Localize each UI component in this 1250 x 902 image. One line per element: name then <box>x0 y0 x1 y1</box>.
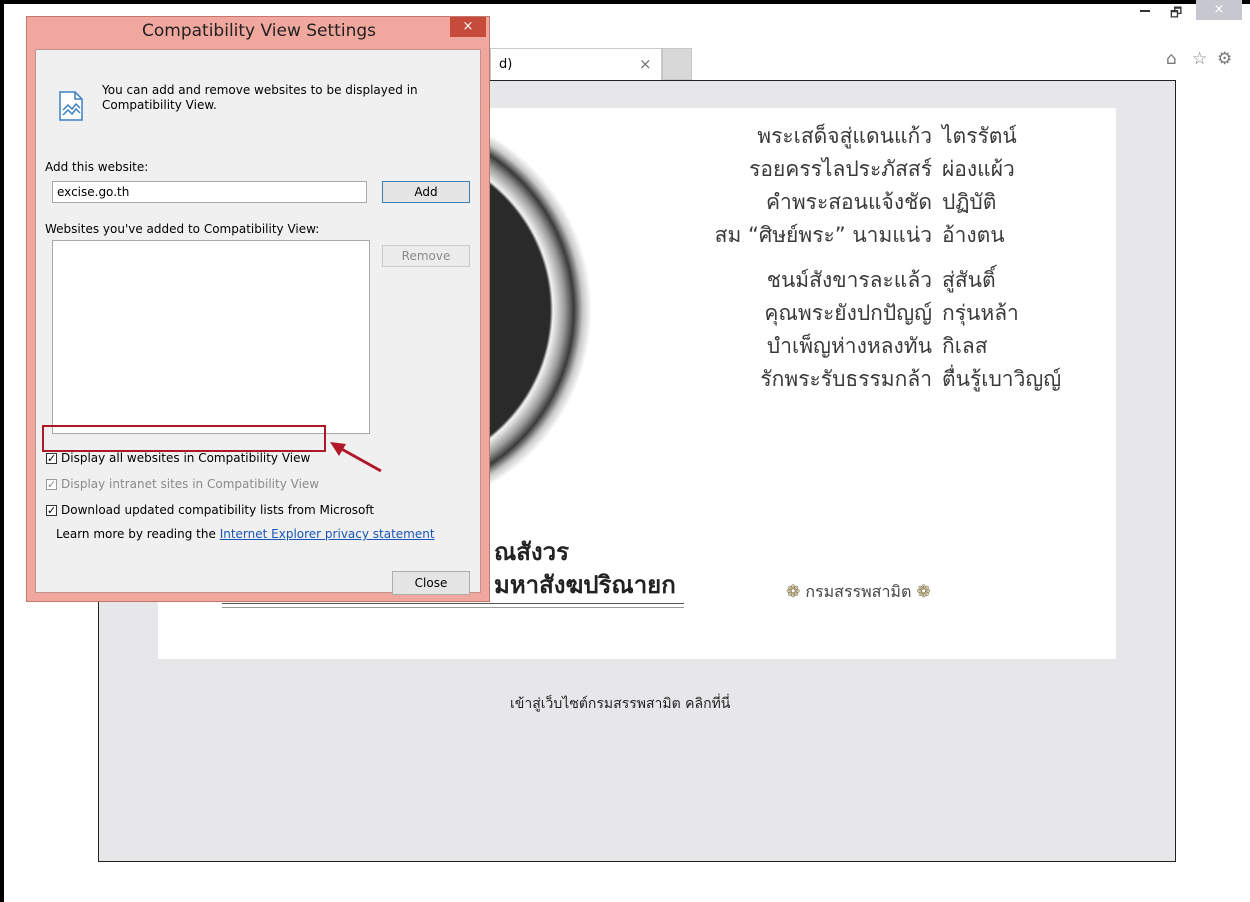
restore-button[interactable]: 🗗 <box>1170 4 1182 26</box>
annotation-arrow-icon <box>330 442 382 473</box>
tab-close-icon[interactable]: × <box>639 55 652 73</box>
poem-line: บำเพ็ญห่างหลงทัน <box>766 334 932 358</box>
poem-line-end: อ้างตน <box>942 223 1005 247</box>
screenshot-border-left <box>0 0 4 902</box>
poem-line-end: กิเลส <box>942 334 988 358</box>
learn-more-prefix: Learn more by reading the <box>56 527 220 541</box>
close-button[interactable]: Close <box>392 571 470 595</box>
tab-title: d) <box>499 57 513 72</box>
checkbox-checked-icon: ✓ <box>46 477 57 491</box>
poem-line: คุณพระยังปกปัญญ์ <box>764 301 932 325</box>
poem-line: คำพระสอนแจ้งชัด <box>765 190 932 214</box>
dialog-title: Compatibility View Settings <box>142 21 376 41</box>
display-intranet-label: Display intranet sites in Compatibility … <box>61 477 320 491</box>
add-website-input[interactable] <box>52 181 367 203</box>
add-website-label: Add this website: <box>45 160 149 174</box>
poem-line: รอยครรไลประภัสสร์ <box>749 157 932 181</box>
privacy-statement-link[interactable]: Internet Explorer privacy statement <box>220 527 435 541</box>
window-close-button[interactable]: × <box>1196 0 1242 20</box>
poem-line: รักพระรับธรรมกล้า <box>760 367 932 391</box>
poem-line-end: ผ่องแผ้ว <box>942 157 1015 181</box>
added-websites-listbox[interactable] <box>52 240 370 434</box>
department-name: ❁ กรมสรรพสามิต ❁ <box>786 580 931 605</box>
add-button[interactable]: Add <box>382 181 470 203</box>
poem-line-end: ตื่นรู้เบาวิญญ์ <box>942 367 1062 391</box>
emblem-icon: ❁ <box>786 582 801 602</box>
emblem-icon: ❁ <box>916 582 931 602</box>
browser-tab[interactable]: d) × <box>490 48 662 80</box>
checkbox-checked-icon[interactable]: ✓ <box>46 504 57 516</box>
poem-line-end: สู่สันติ์ <box>942 268 996 292</box>
favorites-star-icon[interactable]: ☆ <box>1192 49 1207 69</box>
poem-line: ชนม์สังขารละแล้ว <box>766 268 932 292</box>
poem-line: พระเสด็จสู่แดนแก้ว <box>757 124 932 148</box>
banner-subtitle: มหาสังฆปริณายก <box>494 571 676 599</box>
learn-more-text: Learn more by reading the Internet Explo… <box>56 527 435 541</box>
download-lists-label: Download updated compatibility lists fro… <box>61 503 375 517</box>
poem-line-end: กรุ่นหล้า <box>942 301 1019 325</box>
home-icon[interactable]: ⌂ <box>1166 49 1177 69</box>
compatibility-view-dialog: Compatibility View Settings × You can ad… <box>26 16 490 602</box>
display-all-label: Display all websites in Compatibility Vi… <box>61 451 311 465</box>
checkbox-checked-icon[interactable]: ✓ <box>46 452 57 464</box>
remove-button[interactable]: Remove <box>382 245 470 267</box>
new-tab-button[interactable] <box>662 48 692 80</box>
dialog-intro-text: You can add and remove websites to be di… <box>102 83 418 112</box>
dialog-close-icon[interactable]: × <box>450 17 486 37</box>
enter-website-link[interactable]: เข้าสู่เว็บไซต์กรมสรรพสามิต คลิกที่นี่ <box>510 693 730 715</box>
title-underline <box>222 603 684 608</box>
download-lists-checkbox[interactable]: ✓ Download updated compatibility lists f… <box>46 503 374 517</box>
minimize-button[interactable] <box>1140 10 1150 12</box>
display-all-checkbox[interactable]: ✓ Display all websites in Compatibility … <box>46 451 310 465</box>
display-intranet-checkbox: ✓ Display intranet sites in Compatibilit… <box>46 477 319 491</box>
poem-block: พระเสด็จสู่แดนแก้ว ไตรรัตน์ รอยครรไลประภั… <box>570 120 1061 396</box>
department-label: กรมสรรพสามิต <box>805 582 912 601</box>
web-page-icon <box>59 91 83 121</box>
poem-line-end: ไตรรัตน์ <box>942 124 1017 148</box>
screenshot-border-top <box>0 0 1250 4</box>
dialog-body: You can add and remove websites to be di… <box>35 49 481 595</box>
poem-line: สม “ศิษย์พระ” นามแน่ว <box>714 223 932 247</box>
highlight-box <box>42 425 326 452</box>
added-websites-label: Websites you've added to Compatibility V… <box>45 222 320 236</box>
settings-gear-icon[interactable]: ⚙ <box>1217 49 1232 69</box>
poem-line-end: ปฏิบัติ <box>942 190 997 214</box>
